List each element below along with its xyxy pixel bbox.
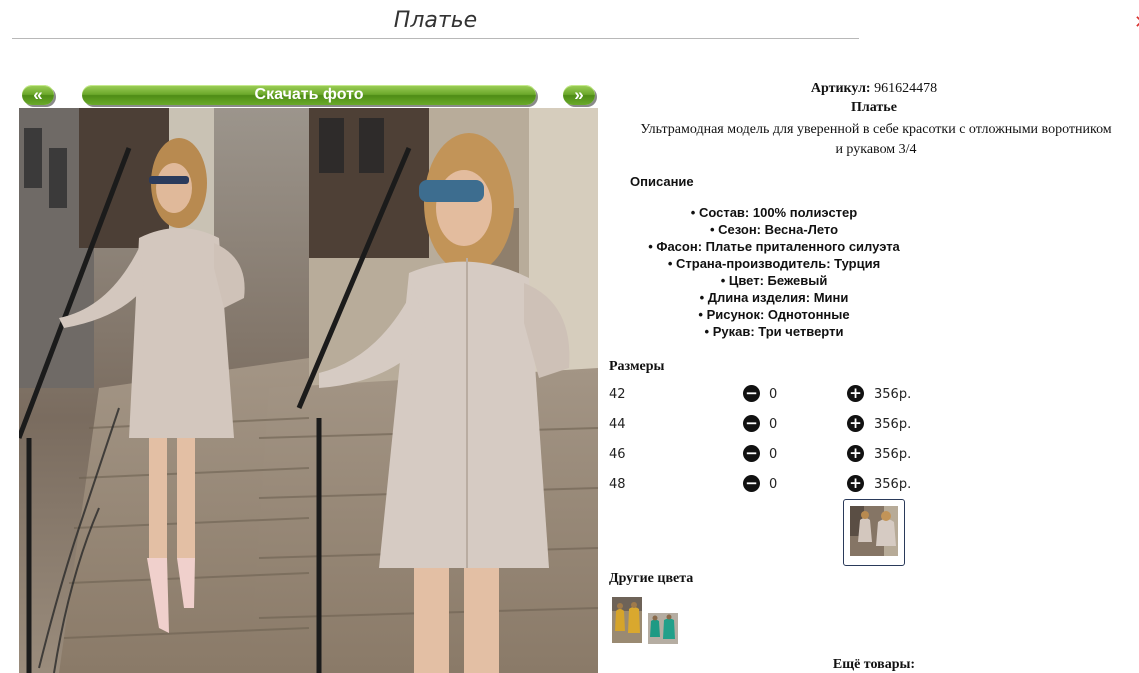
product-name: Платье: [851, 100, 897, 115]
other-colors-heading: Другие цвета: [609, 571, 694, 586]
size-label: 46: [609, 447, 626, 462]
previous-photo-button[interactable]: «: [22, 85, 54, 105]
minus-icon[interactable]: −: [743, 475, 760, 492]
more-products-heading: Ещё товары:: [832, 657, 916, 672]
size-price: 356р.: [874, 477, 912, 492]
thumbnail-image: [850, 506, 898, 556]
size-price: 356р.: [874, 387, 912, 402]
color-option-mustard[interactable]: [612, 597, 642, 643]
quantity-value: 0: [769, 477, 778, 492]
property-item: Рисунок: Однотонные: [609, 306, 939, 323]
size-label: 42: [609, 387, 626, 402]
size-label: 44: [609, 417, 626, 432]
product-photo-image: [19, 108, 598, 673]
size-row: 46 − 0 + 356р.: [609, 445, 929, 465]
title-divider: [12, 38, 859, 39]
product-description: Ультрамодная модель для уверенной в себе…: [640, 122, 1112, 157]
size-price: 356р.: [874, 417, 912, 432]
quantity-value: 0: [769, 387, 778, 402]
quantity-value: 0: [769, 447, 778, 462]
close-icon[interactable]: ✕: [1134, 12, 1139, 34]
page-title: Платье: [393, 8, 478, 33]
property-item: Цвет: Бежевый: [609, 272, 939, 289]
property-item: Сезон: Весна-Лето: [609, 221, 939, 238]
property-item: Фасон: Платье приталенного силуэта: [609, 238, 939, 255]
size-row: 48 − 0 + 356р.: [609, 475, 929, 495]
current-color-thumbnail[interactable]: [843, 499, 905, 566]
article-number: Артикул: 961624478: [609, 80, 1139, 98]
size-label: 48: [609, 477, 626, 492]
description-heading: Описание: [630, 174, 694, 189]
article-value: 961624478: [874, 81, 938, 96]
plus-icon[interactable]: +: [847, 415, 864, 432]
size-price: 356р.: [874, 447, 912, 462]
property-item: Рукав: Три четверти: [609, 323, 939, 340]
color-option-teal[interactable]: [648, 613, 678, 644]
download-photo-button[interactable]: Скачать фото: [82, 85, 536, 105]
property-item: Страна-производитель: Турция: [609, 255, 939, 272]
quantity-value: 0: [769, 417, 778, 432]
article-label: Артикул:: [810, 81, 871, 96]
product-photo[interactable]: [19, 108, 598, 673]
property-item: Длина изделия: Мини: [609, 289, 939, 306]
size-row: 44 − 0 + 356р.: [609, 415, 929, 435]
product-properties: Состав: 100% полиэстер Сезон: Весна-Лето…: [609, 204, 939, 340]
size-row: 42 − 0 + 356р.: [609, 385, 929, 405]
plus-icon[interactable]: +: [847, 445, 864, 462]
minus-icon[interactable]: −: [743, 385, 760, 402]
plus-icon[interactable]: +: [847, 385, 864, 402]
plus-icon[interactable]: +: [847, 475, 864, 492]
minus-icon[interactable]: −: [743, 445, 760, 462]
next-photo-button[interactable]: »: [563, 85, 595, 105]
property-item: Состав: 100% полиэстер: [609, 204, 939, 221]
sizes-heading: Размеры: [609, 359, 665, 374]
minus-icon[interactable]: −: [743, 415, 760, 432]
